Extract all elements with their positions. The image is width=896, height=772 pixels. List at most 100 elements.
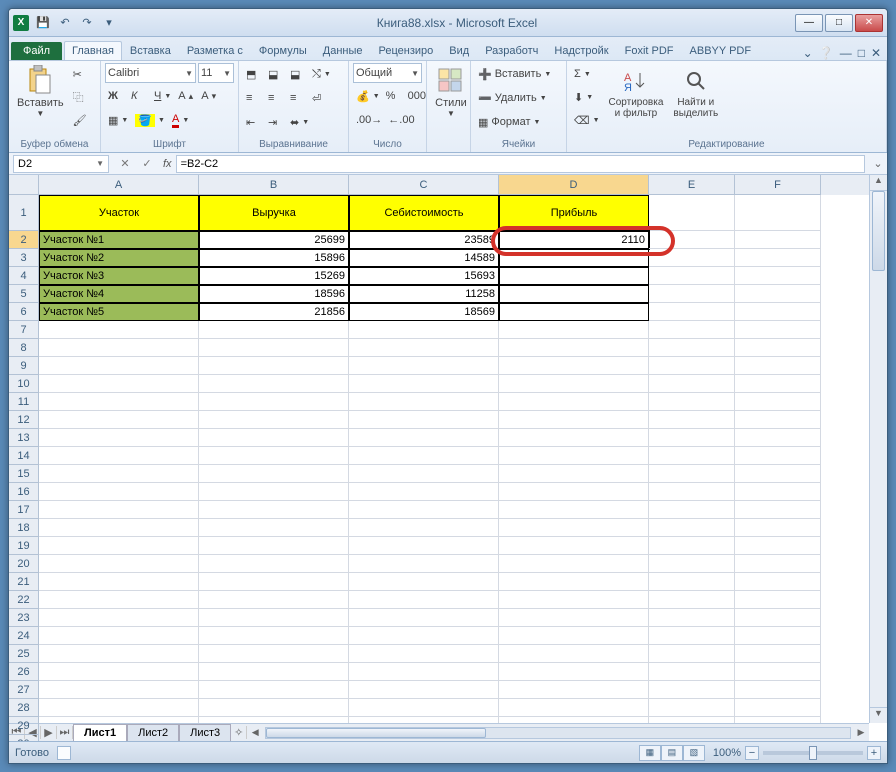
cell[interactable] <box>199 699 349 717</box>
delete-cells-button[interactable]: ➖Удалить▼ <box>475 87 550 109</box>
cell[interactable] <box>499 537 649 555</box>
cell[interactable] <box>39 393 199 411</box>
page-layout-view-button[interactable]: ▤ <box>661 745 683 761</box>
row-header[interactable]: 1 <box>9 195 39 231</box>
cell[interactable] <box>649 591 735 609</box>
row-header[interactable]: 24 <box>9 627 39 645</box>
cell[interactable] <box>199 555 349 573</box>
vertical-scrollbar[interactable]: ▲ ▼ <box>869 175 887 723</box>
cell[interactable] <box>39 447 199 465</box>
cell[interactable] <box>649 339 735 357</box>
cell[interactable] <box>349 645 499 663</box>
cell[interactable] <box>199 357 349 375</box>
cell[interactable]: 15896 <box>199 249 349 267</box>
align-left-button[interactable]: ≡ <box>243 87 265 109</box>
cell[interactable] <box>649 447 735 465</box>
maximize-button[interactable]: □ <box>825 14 853 32</box>
cell[interactable] <box>349 465 499 483</box>
cell[interactable] <box>499 303 649 321</box>
find-select-button[interactable]: Найти и выделить <box>669 63 722 121</box>
cell[interactable] <box>499 447 649 465</box>
ribbon-minimize-icon[interactable]: ⌄ <box>803 46 813 60</box>
cell[interactable] <box>735 609 821 627</box>
cell[interactable] <box>499 411 649 429</box>
bold-button[interactable]: Ж <box>105 85 127 107</box>
ribbon-tab[interactable]: Формулы <box>251 41 315 60</box>
row-header[interactable]: 13 <box>9 429 39 447</box>
ribbon-tab[interactable]: ABBYY PDF <box>682 41 760 60</box>
cell[interactable] <box>649 609 735 627</box>
cell[interactable] <box>499 465 649 483</box>
cell[interactable] <box>349 537 499 555</box>
cell[interactable] <box>649 483 735 501</box>
grow-font-button[interactable]: A▴ <box>175 85 197 107</box>
cell[interactable] <box>499 573 649 591</box>
cell[interactable] <box>735 555 821 573</box>
sort-filter-button[interactable]: АЯ Сортировка и фильтр <box>605 63 668 121</box>
cell[interactable] <box>39 573 199 591</box>
cell[interactable] <box>649 645 735 663</box>
cell[interactable] <box>39 591 199 609</box>
normal-view-button[interactable]: ▦ <box>639 745 661 761</box>
cell[interactable] <box>349 555 499 573</box>
cell[interactable] <box>735 537 821 555</box>
cell[interactable] <box>649 375 735 393</box>
cell[interactable]: 11258 <box>349 285 499 303</box>
orientation-button[interactable]: ⤭▼ <box>309 63 334 85</box>
cell[interactable] <box>735 447 821 465</box>
help-icon[interactable]: ❔ <box>819 46 834 60</box>
merge-button[interactable]: ⬌▼ <box>287 111 312 133</box>
formula-input[interactable]: =B2-C2 <box>176 155 865 173</box>
cell[interactable] <box>649 573 735 591</box>
border-button[interactable]: ▦▼ <box>105 109 131 131</box>
row-header[interactable]: 12 <box>9 411 39 429</box>
cell[interactable] <box>199 321 349 339</box>
decrease-decimal-button[interactable]: ←.00 <box>385 109 417 131</box>
cell[interactable]: 2110 <box>499 231 649 249</box>
cell[interactable] <box>39 555 199 573</box>
insert-cells-button[interactable]: ➕Вставить▼ <box>475 63 554 85</box>
cell[interactable] <box>499 249 649 267</box>
fx-icon[interactable]: fx <box>159 158 176 170</box>
file-tab[interactable]: Файл <box>11 42 62 60</box>
cell[interactable] <box>735 339 821 357</box>
sheet-tab[interactable]: Лист2 <box>127 724 179 741</box>
cell[interactable] <box>199 645 349 663</box>
column-header[interactable]: A <box>39 175 199 195</box>
zoom-out-button[interactable]: − <box>745 746 759 760</box>
increase-decimal-button[interactable]: .00→ <box>353 109 385 131</box>
row-header[interactable]: 20 <box>9 555 39 573</box>
zoom-level[interactable]: 100% <box>713 747 741 759</box>
row-header[interactable]: 5 <box>9 285 39 303</box>
cell[interactable] <box>499 609 649 627</box>
cell[interactable] <box>199 393 349 411</box>
doc-restore-icon[interactable]: □ <box>858 46 865 60</box>
cell[interactable]: 18569 <box>349 303 499 321</box>
cell[interactable]: 25699 <box>199 231 349 249</box>
cell[interactable] <box>735 285 821 303</box>
cell[interactable] <box>199 591 349 609</box>
cell[interactable] <box>39 339 199 357</box>
redo-icon[interactable]: ↷ <box>77 13 97 33</box>
horizontal-scrollbar[interactable] <box>265 727 851 739</box>
save-icon[interactable]: 💾 <box>33 13 53 33</box>
cell[interactable] <box>349 411 499 429</box>
cell[interactable] <box>499 267 649 285</box>
cell[interactable] <box>39 321 199 339</box>
cell[interactable] <box>349 573 499 591</box>
cell[interactable] <box>199 429 349 447</box>
cell[interactable] <box>735 411 821 429</box>
column-header[interactable]: B <box>199 175 349 195</box>
cell[interactable] <box>735 267 821 285</box>
cell[interactable] <box>39 483 199 501</box>
cell[interactable] <box>735 501 821 519</box>
cell[interactable] <box>735 321 821 339</box>
row-header[interactable]: 19 <box>9 537 39 555</box>
increase-indent-button[interactable]: ⇥ <box>265 111 287 133</box>
cell[interactable]: Участок №5 <box>39 303 199 321</box>
cell[interactable] <box>39 465 199 483</box>
decrease-indent-button[interactable]: ⇤ <box>243 111 265 133</box>
cell[interactable] <box>649 393 735 411</box>
cell[interactable] <box>735 375 821 393</box>
cell[interactable] <box>499 591 649 609</box>
